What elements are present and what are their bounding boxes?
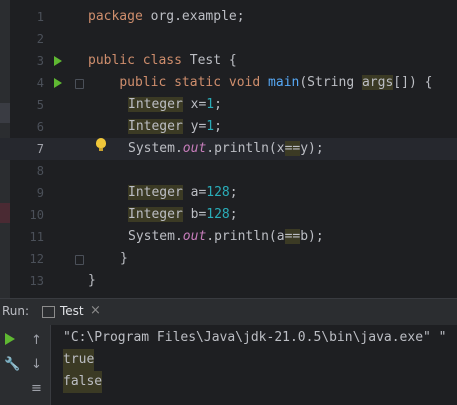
line-number: 3 (36, 54, 44, 68)
lightbulb-icon[interactable] (96, 138, 106, 151)
static-field: out (182, 229, 207, 244)
run-icon[interactable] (54, 78, 62, 88)
code-line-7[interactable]: 7 System.out.println(x==y); (0, 138, 457, 160)
line-number: 11 (29, 230, 44, 244)
code-text: ; (229, 207, 238, 222)
param-highlight: args (361, 75, 394, 90)
code-text: y); (300, 141, 324, 156)
fold-icon[interactable] (75, 255, 84, 265)
code-text: ; (214, 97, 222, 112)
type-highlight: Integer (128, 185, 183, 200)
close-icon[interactable]: × (90, 303, 101, 318)
type-highlight: Integer (128, 119, 183, 134)
code-line-11[interactable]: 11 System.out.println(a==b); (0, 226, 457, 248)
run-sidebar-secondary: ↑ ↓ ≡ (24, 325, 51, 405)
console-tab-icon (42, 306, 55, 318)
code-text: []) { (393, 75, 433, 90)
run-icon[interactable] (54, 56, 62, 66)
tab-label: Test (60, 304, 84, 318)
console-output[interactable]: "C:\Program Files\Java\jdk-21.0.5\bin\ja… (51, 325, 457, 405)
code-line-12[interactable]: 12 } (0, 248, 457, 270)
code-text: System. (128, 229, 183, 244)
method-name: main (268, 75, 300, 90)
line-number: 12 (29, 252, 44, 266)
tab-test[interactable]: Test × (38, 299, 101, 327)
code-text: } (120, 251, 128, 266)
number-literal: 1 (206, 97, 215, 112)
operator-highlight: == (284, 229, 301, 244)
code-line-2[interactable]: 2 (0, 28, 457, 50)
soft-wrap-icon[interactable]: ≡ (31, 381, 42, 396)
line-number: 4 (36, 76, 44, 90)
code-line-13[interactable]: 13 } (0, 270, 457, 292)
number-literal: 128 (206, 185, 230, 200)
line-number: 13 (29, 274, 44, 288)
code-text: System. (128, 141, 183, 156)
keyword: public (88, 53, 135, 68)
keyword: static (174, 75, 222, 90)
static-field: out (182, 141, 207, 156)
keyword: void (228, 75, 261, 90)
line-number: 2 (36, 32, 44, 46)
code-line-3[interactable]: 3 public class Test { (0, 50, 457, 72)
line-number: 7 (36, 142, 44, 156)
console-output-line: true (63, 349, 95, 371)
code-line-5[interactable]: 5 Integer x=1; (0, 94, 457, 116)
code-text: Test { (181, 53, 237, 68)
keyword: package (88, 9, 143, 24)
number-literal: 128 (206, 207, 230, 222)
code-line-1[interactable]: 1 package org.example; (0, 6, 457, 28)
code-text: } (88, 273, 96, 288)
code-line-4[interactable]: 4 public static void main(String args[])… (0, 72, 457, 94)
keyword: class (142, 53, 182, 68)
code-text: ; (229, 185, 238, 200)
line-number: 5 (36, 98, 44, 112)
run-label: Run: (2, 304, 30, 318)
line-number: 6 (36, 120, 44, 134)
type-highlight: Integer (128, 207, 183, 222)
keyword: public (119, 75, 167, 90)
code-line-8[interactable]: 8 (0, 160, 457, 182)
type-highlight: Integer (128, 97, 183, 112)
line-number: 8 (36, 164, 44, 178)
code-editor[interactable]: 1 package org.example; 2 3 public class … (0, 0, 457, 298)
code-text: ; (214, 119, 222, 134)
line-number: 1 (36, 10, 44, 24)
code-text: b); (300, 229, 324, 244)
code-text: a= (182, 185, 207, 200)
code-text: .println(x (206, 141, 285, 156)
rerun-icon[interactable] (5, 333, 15, 345)
code-line-9[interactable]: 9 Integer a=128; (0, 182, 457, 204)
fold-icon[interactable] (75, 79, 84, 89)
arrow-down-icon[interactable]: ↓ (31, 357, 42, 372)
run-sidebar: 🔧 (0, 325, 25, 405)
run-toolbar: Run: Test × (0, 298, 457, 327)
console-command: "C:\Program Files\Java\jdk-21.0.5\bin\ja… (63, 330, 447, 345)
console-output-line: false (63, 371, 103, 393)
code-text: .println(a (206, 229, 285, 244)
arrow-up-icon[interactable]: ↑ (31, 333, 42, 348)
wrench-icon[interactable]: 🔧 (4, 357, 20, 372)
code-text: b= (182, 207, 207, 222)
code-text: y= (182, 119, 207, 134)
code-line-10[interactable]: 10 Integer b=128; (0, 204, 457, 226)
code-text: (String (299, 75, 362, 90)
code-text: org.example; (142, 9, 245, 24)
code-text: x= (182, 97, 207, 112)
operator-highlight: == (284, 141, 301, 156)
line-number: 9 (36, 186, 44, 200)
code-line-6[interactable]: 6 Integer y=1; (0, 116, 457, 138)
line-number: 10 (29, 208, 44, 222)
number-literal: 1 (206, 119, 215, 134)
